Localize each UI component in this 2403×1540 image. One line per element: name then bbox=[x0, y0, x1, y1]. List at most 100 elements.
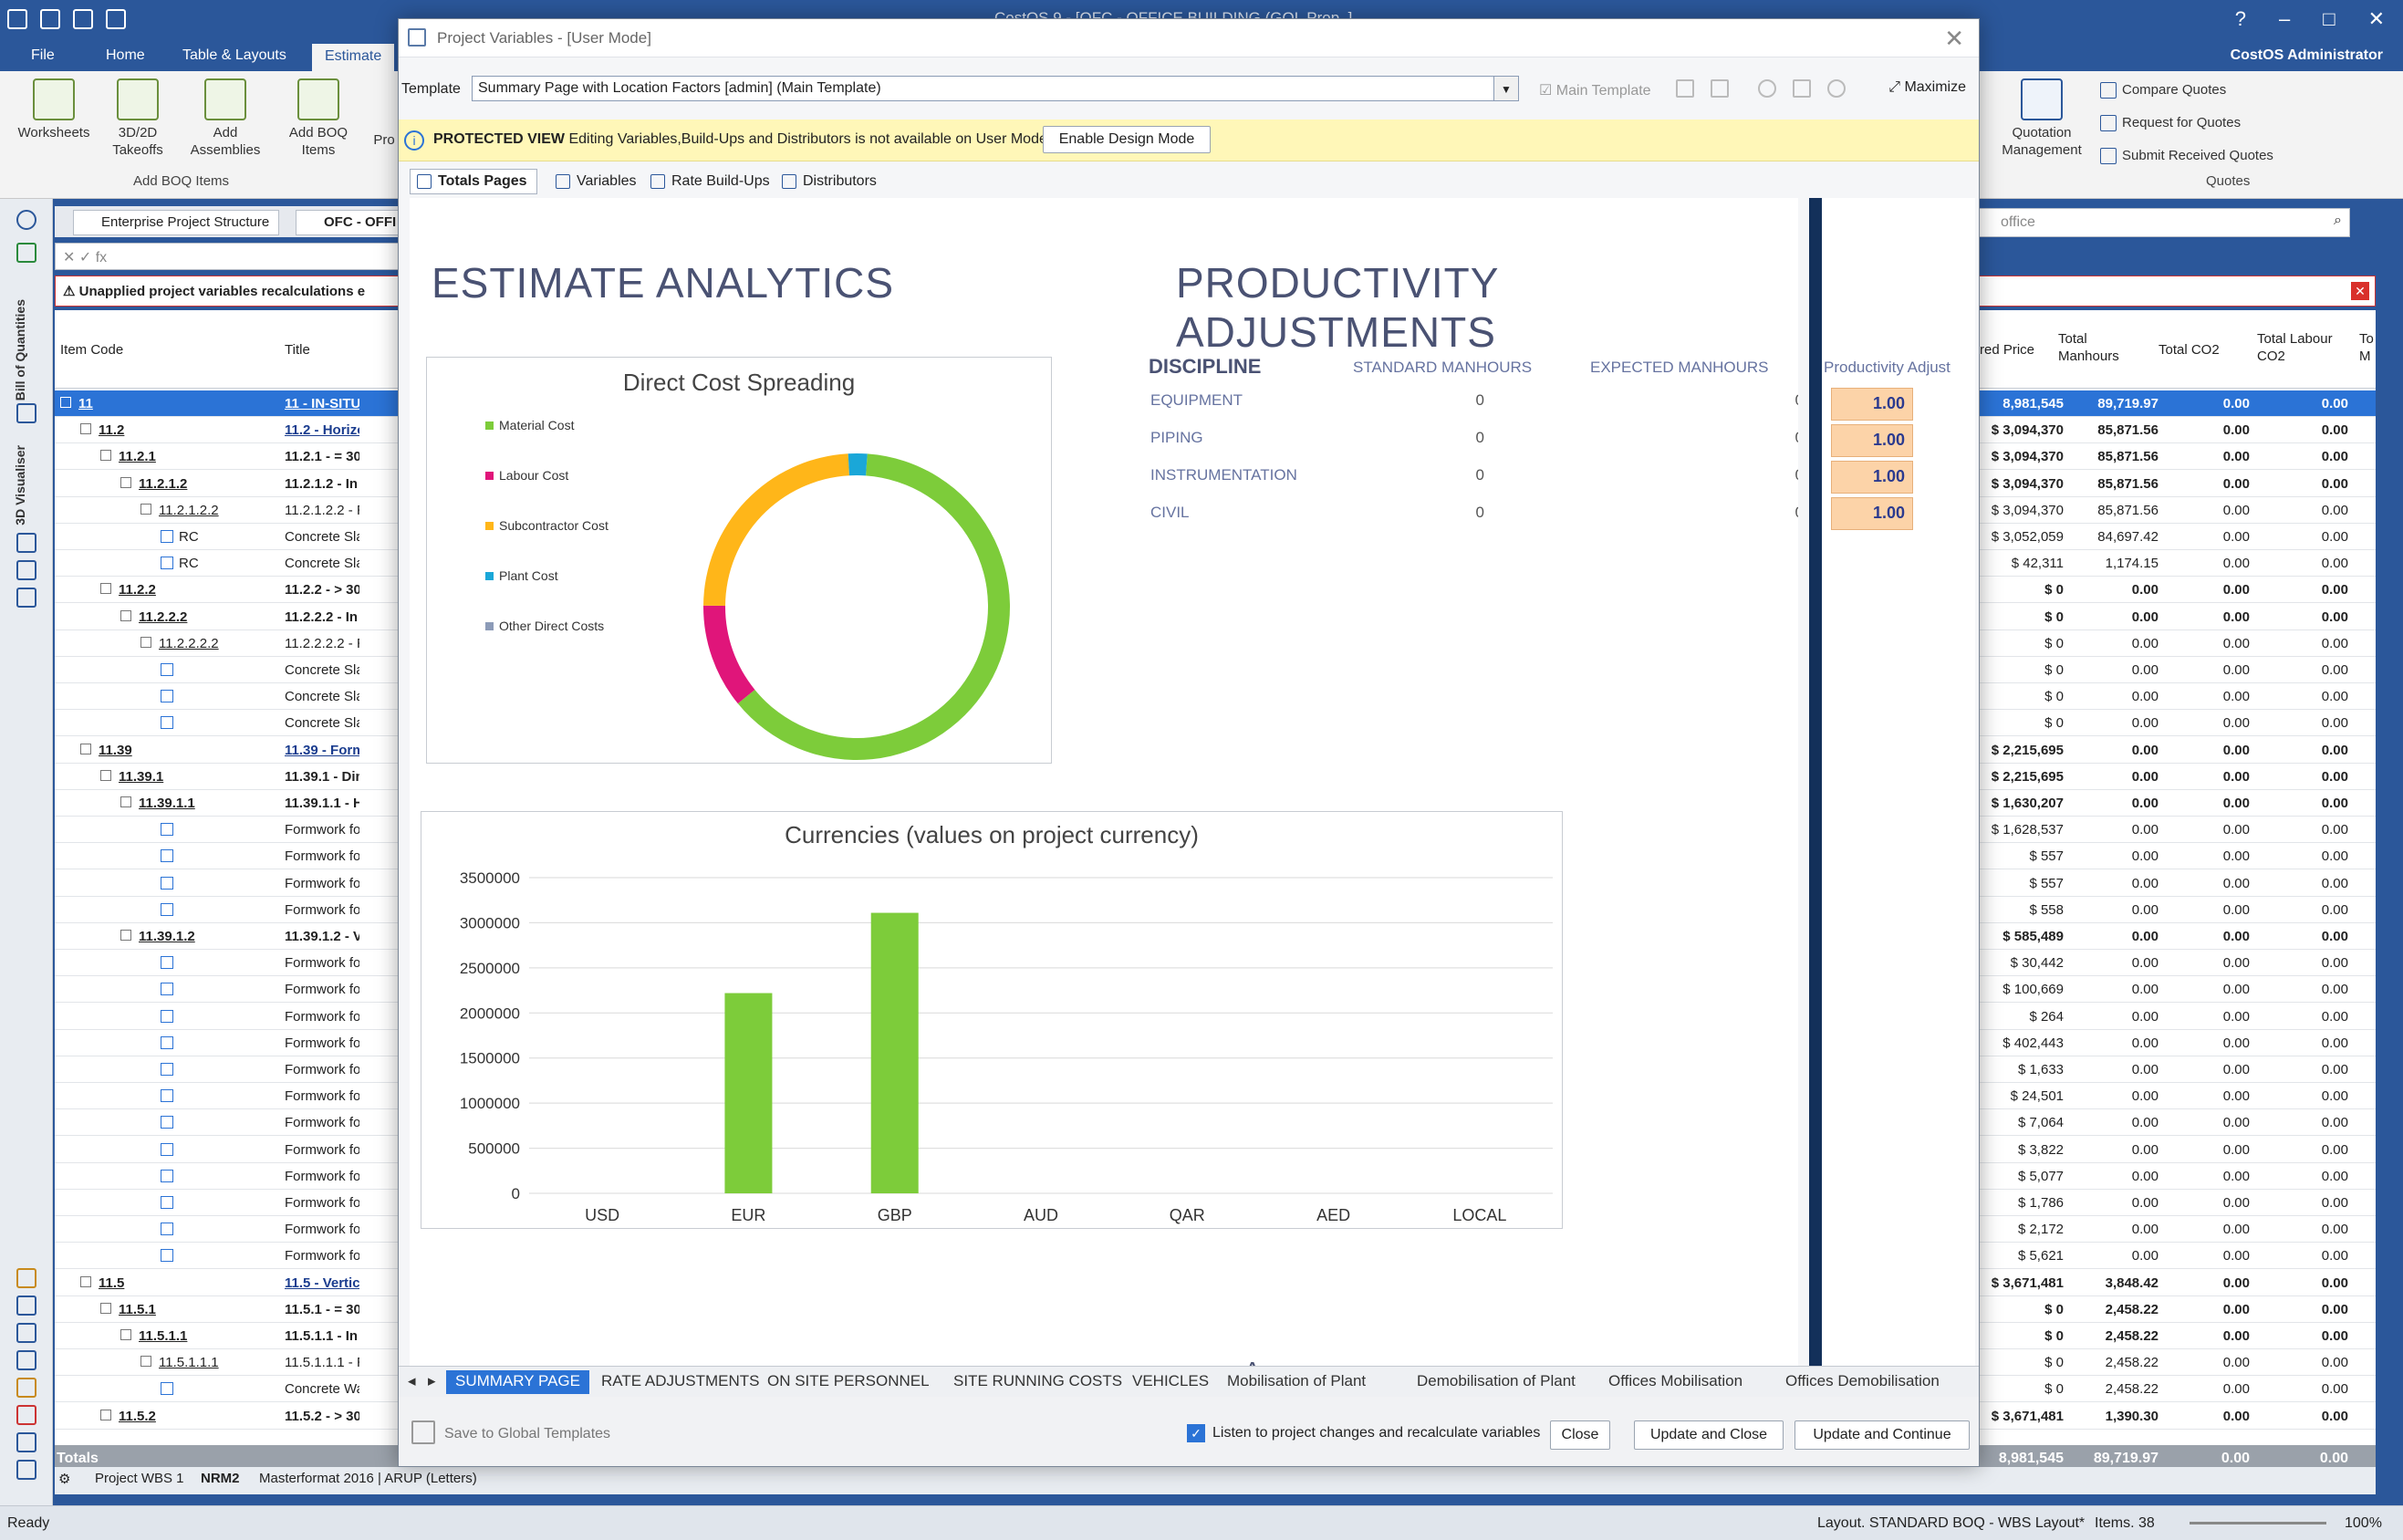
tab-enterprise-project-structure[interactable]: Enterprise Project Structure bbox=[73, 210, 280, 235]
collapse-icon[interactable] bbox=[100, 1409, 111, 1420]
enable-design-mode-button[interactable]: Enable Design Mode bbox=[1043, 126, 1211, 153]
close-button[interactable]: Close bbox=[1550, 1420, 1610, 1450]
productivity-adjust-cell[interactable]: 1.00 bbox=[1831, 388, 1913, 421]
sheet-tab[interactable]: Offices Mobilisation bbox=[1601, 1370, 1750, 1394]
sheet-tab[interactable]: RATE ADJUSTMENTS bbox=[594, 1370, 766, 1394]
3d-visualiser-panel[interactable]: 3D Visualiser bbox=[13, 445, 27, 525]
update-continue-button[interactable]: Update and Continue bbox=[1794, 1420, 1970, 1450]
worksheets-button[interactable]: Worksheets bbox=[13, 78, 95, 141]
database-icon[interactable] bbox=[16, 1432, 36, 1452]
expand-icon[interactable] bbox=[16, 210, 36, 230]
collapse-icon[interactable] bbox=[140, 503, 151, 515]
current-user[interactable]: CostOS Administrator bbox=[2231, 47, 2383, 64]
save-global-label[interactable]: Save to Global Templates bbox=[444, 1426, 610, 1442]
collapse-icon[interactable] bbox=[100, 769, 111, 781]
calendar-icon[interactable] bbox=[16, 1405, 36, 1425]
collapse-icon[interactable] bbox=[120, 930, 131, 941]
collapse-icon[interactable] bbox=[100, 450, 111, 462]
maximize-button[interactable]: ⤢ Maximize bbox=[1888, 79, 1966, 96]
add-boq-items-button[interactable]: Add BOQ Items bbox=[279, 78, 358, 159]
view-icon[interactable] bbox=[16, 560, 36, 580]
tab-scroll-prev[interactable]: ◂ bbox=[400, 1370, 423, 1394]
help-icon[interactable]: ? bbox=[2235, 7, 2246, 31]
people-icon[interactable] bbox=[16, 1350, 36, 1370]
layer-icon[interactable] bbox=[16, 588, 36, 608]
quotation-management-button[interactable]: Quotation Management bbox=[1994, 78, 2089, 159]
resource-icon[interactable] bbox=[16, 1323, 36, 1343]
col-total-co2[interactable]: Total CO2 bbox=[2159, 341, 2220, 359]
collapse-icon[interactable] bbox=[80, 1275, 91, 1287]
tab-file[interactable]: File bbox=[31, 47, 55, 64]
minimize-icon[interactable]: – bbox=[2279, 7, 2290, 31]
listen-checkbox[interactable]: ✓ bbox=[1187, 1424, 1205, 1442]
compare-quotes-button[interactable]: Compare Quotes bbox=[2100, 82, 2226, 99]
tab-rate-build-ups[interactable]: Rate Build-Ups bbox=[643, 169, 780, 194]
sheet-tab[interactable]: SITE RUNNING COSTS bbox=[946, 1370, 1129, 1394]
close-icon[interactable]: ✕ bbox=[2368, 7, 2385, 31]
settings-icon[interactable] bbox=[73, 9, 93, 29]
save-global-icon[interactable] bbox=[411, 1420, 435, 1444]
productivity-adjust-cell[interactable]: 1.00 bbox=[1831, 461, 1913, 494]
submit-quotes-button[interactable]: Submit Received Quotes bbox=[2100, 148, 2273, 165]
folder-icon[interactable] bbox=[16, 1268, 36, 1288]
col-price[interactable]: red Price bbox=[1980, 341, 2034, 359]
collapse-icon[interactable] bbox=[120, 476, 131, 488]
takeoffs-button[interactable]: 3D/2D Takeoffs bbox=[106, 78, 170, 159]
dismiss-warning-icon[interactable]: ✕ bbox=[2351, 282, 2369, 300]
collapse-icon[interactable] bbox=[140, 1356, 151, 1368]
tab-ofc-office[interactable]: OFC - OFFI bbox=[296, 210, 407, 235]
collapse-icon[interactable] bbox=[80, 423, 91, 435]
col-title[interactable]: Title bbox=[285, 341, 310, 359]
request-quotes-button[interactable]: Request for Quotes bbox=[2100, 115, 2241, 132]
productivity-adjust-cell[interactable]: 1.00 bbox=[1831, 497, 1913, 530]
tab-estimate[interactable]: Estimate bbox=[312, 44, 395, 71]
tools-icon[interactable] bbox=[16, 1460, 36, 1480]
sheet-tab[interactable]: Demobilisation of Plant bbox=[1410, 1370, 1583, 1394]
sheet-tab[interactable]: SUMMARY PAGE bbox=[446, 1370, 589, 1394]
update-close-button[interactable]: Update and Close bbox=[1634, 1420, 1784, 1450]
collapse-icon[interactable] bbox=[100, 583, 111, 595]
maximize-icon[interactable]: □ bbox=[2323, 7, 2335, 31]
pro-button[interactable]: Pro bbox=[370, 131, 398, 149]
dialog-close-icon[interactable]: ✕ bbox=[1944, 25, 1964, 53]
tab-masterformat[interactable]: Masterformat 2016 | ARUP (Letters) bbox=[259, 1471, 477, 1486]
tab-nrm2[interactable]: NRM2 bbox=[201, 1471, 240, 1486]
table-icon[interactable] bbox=[16, 1295, 36, 1316]
tab-project-wbs[interactable]: Project WBS 1 bbox=[95, 1471, 184, 1486]
formula-bar[interactable]: ✕ ✓ fx bbox=[55, 243, 411, 270]
tree-icon[interactable] bbox=[16, 243, 36, 263]
tab-variables[interactable]: Variables bbox=[548, 169, 647, 194]
tab-table-layouts[interactable]: Table & Layouts bbox=[182, 47, 286, 64]
col-total-manhours[interactable]: Total Manhours bbox=[2058, 330, 2119, 365]
tab-distributors[interactable]: Distributors bbox=[775, 169, 887, 194]
grid-icon[interactable] bbox=[16, 403, 36, 423]
settings-icon[interactable]: ⚙ bbox=[58, 1471, 70, 1487]
bill-of-quantities-panel[interactable]: Bill of Quantities bbox=[13, 299, 27, 401]
add-assemblies-button[interactable]: Add Assemblies bbox=[186, 78, 265, 159]
collapse-icon[interactable] bbox=[120, 1329, 131, 1340]
col-total-labour-co2[interactable]: Total Labour CO2 bbox=[2257, 330, 2333, 365]
model-icon[interactable] bbox=[16, 533, 36, 553]
sheet-tab[interactable]: ON SITE PERSONNEL bbox=[760, 1370, 937, 1394]
collapse-icon[interactable] bbox=[120, 609, 131, 621]
collapse-icon[interactable] bbox=[140, 636, 151, 648]
collapse-icon[interactable] bbox=[120, 796, 131, 807]
col-item-code[interactable]: Item Code bbox=[60, 341, 123, 359]
productivity-adjust-cell[interactable]: 1.00 bbox=[1831, 424, 1913, 457]
chevron-down-icon[interactable]: ▼ bbox=[1493, 76, 1519, 101]
worker-icon[interactable] bbox=[16, 1378, 36, 1398]
template-select[interactable]: Summary Page with Location Factors [admi… bbox=[472, 76, 1495, 101]
sheet-tab[interactable]: VEHICLES bbox=[1125, 1370, 1216, 1394]
collapse-icon[interactable] bbox=[60, 397, 71, 408]
sheet-tab[interactable]: Mobilisation of Plant bbox=[1220, 1370, 1373, 1394]
search-input[interactable]: office ⌕ bbox=[1978, 208, 2350, 237]
save-icon[interactable] bbox=[40, 9, 60, 29]
tab-totals-pages[interactable]: Totals Pages bbox=[410, 169, 537, 194]
search-icon[interactable]: ⌕ bbox=[2334, 213, 2342, 229]
sheet-tab[interactable]: Offices Demobilisation bbox=[1778, 1370, 1947, 1394]
collapse-icon[interactable] bbox=[80, 743, 91, 754]
collapse-icon[interactable] bbox=[100, 1302, 111, 1314]
col-tm[interactable]: To M bbox=[2359, 330, 2374, 365]
tab-home[interactable]: Home bbox=[106, 47, 145, 64]
tab-scroll-next[interactable]: ▸ bbox=[421, 1370, 443, 1394]
